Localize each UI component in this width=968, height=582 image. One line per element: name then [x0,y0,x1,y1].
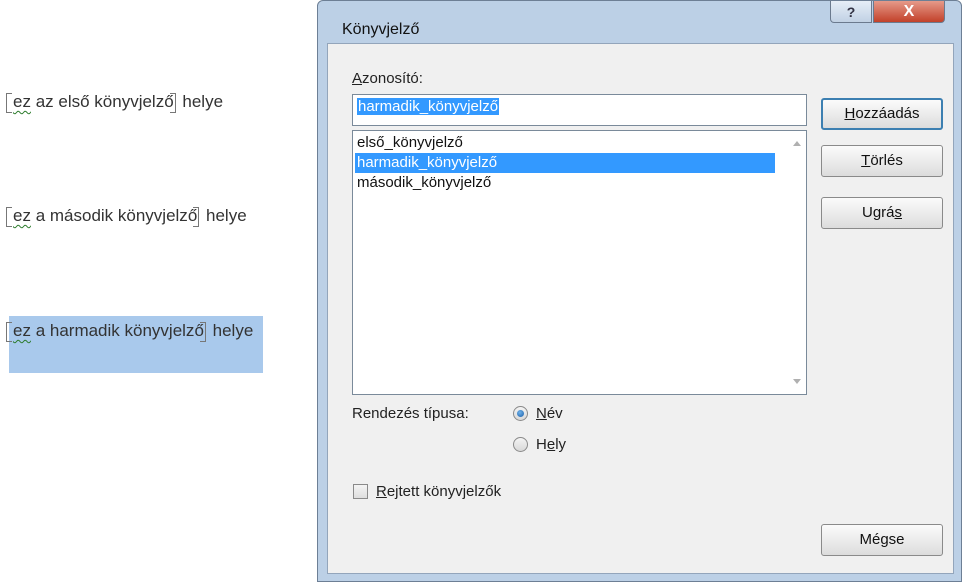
sort-place-radio[interactable] [513,437,528,452]
list-item[interactable]: második_könyvjelző [355,173,775,193]
add-button[interactable]: Hozzáadás [821,98,943,130]
bookmark-end-marker [199,321,206,342]
close-icon: X [903,2,915,20]
dialog-titlebar[interactable]: Könyvjelző ? X [318,1,961,43]
dialog-title: Könyvjelző [342,21,420,38]
line-3-word: ez [13,321,31,340]
cancel-button[interactable]: Mégse [821,524,943,556]
sort-name-radio[interactable] [513,406,528,421]
document-line-1: ez az első könyvjelző helye [6,92,223,113]
document-line-2: ez a második könyvjelző helye [6,206,247,227]
scroll-down-icon[interactable] [793,379,801,384]
delete-button[interactable]: Törlés [821,145,943,177]
line-1-word: ez [13,92,31,111]
goto-button[interactable]: Ugrás [821,197,943,229]
close-button[interactable]: X [873,1,945,23]
id-label: Azonosító: [352,70,423,87]
hidden-bookmarks-label[interactable]: Rejtett könyvjelzők [376,483,501,500]
dialog-body: Azonosító: harmadik_könyvjelző első_köny… [327,43,954,574]
hidden-bookmarks-checkbox[interactable] [353,484,368,499]
line-1-tail: helye [177,92,224,111]
line-3-tail: helye [207,321,254,340]
help-button[interactable]: ? [830,1,872,23]
bookmark-dialog: Könyvjelző ? X Azonosító: harmadik_könyv… [317,0,962,582]
line-2-tail: helye [201,206,247,225]
line-2-word: ez [13,206,31,225]
list-item[interactable]: első_könyvjelző [355,133,775,153]
line-1-text: az első könyvjelz [30,92,165,111]
sort-label: Rendezés típusa: [352,405,469,422]
scroll-up-icon[interactable] [793,141,801,146]
bookmark-name-value: harmadik_könyvjelző [357,98,500,115]
bookmark-end-marker [193,206,200,227]
sort-name-label[interactable]: Név [536,405,563,422]
list-scrollbar[interactable] [788,131,806,394]
list-item-selected[interactable]: harmadik_könyvjelző [355,153,775,173]
bookmark-start-marker [6,321,12,342]
sort-place-label[interactable]: Hely [536,436,566,453]
bookmark-start-marker [6,92,12,113]
bookmark-end-marker [169,92,176,113]
bookmark-start-marker [6,206,12,227]
line-2-text: a második könyvjelz [30,206,188,225]
bookmark-name-input[interactable]: harmadik_könyvjelző [352,94,807,126]
help-icon: ? [846,3,856,20]
document-line-3: ez a harmadik könyvjelző helye [6,321,253,342]
bookmark-list[interactable]: első_könyvjelző harmadik_könyvjelző máso… [352,130,807,395]
line-3-text: a harmadik könyvjelz [30,321,195,340]
